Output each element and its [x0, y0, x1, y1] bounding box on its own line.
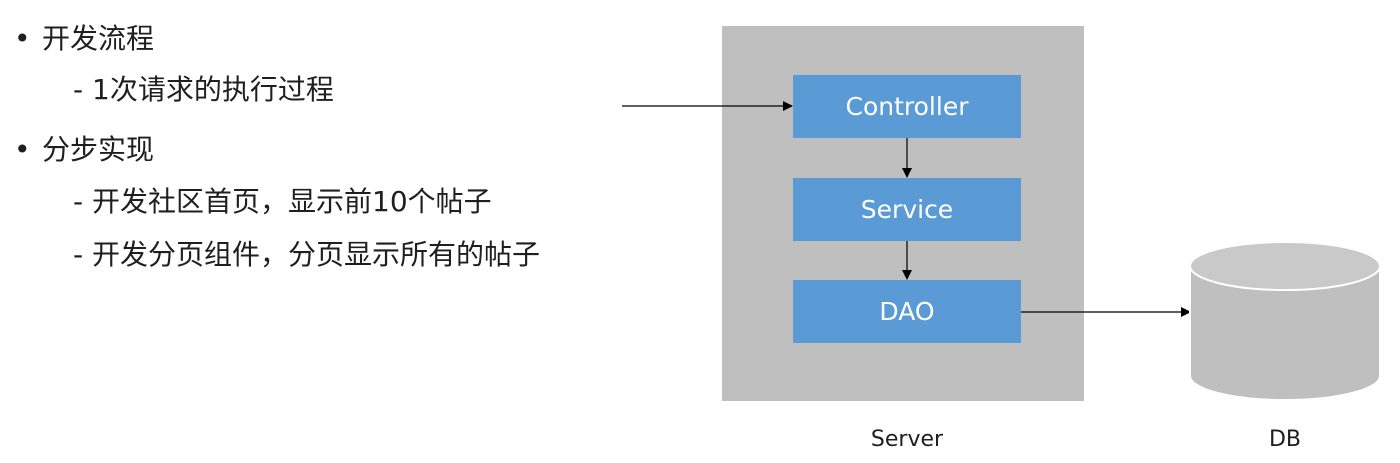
controller-box: Controller — [793, 75, 1021, 138]
bullet-text: 分步实现 — [42, 133, 155, 166]
bullet-dev-flow: • 开发流程 — [14, 22, 154, 56]
bullet-text: 开发流程 — [42, 22, 155, 55]
diagram-connectors — [622, 101, 1381, 401]
sub-item-request-process: - 1次请求的执行过程 — [73, 73, 334, 106]
bullet-dot: • — [14, 133, 31, 166]
service-box: Service — [793, 178, 1021, 241]
db-label: DB — [1268, 427, 1302, 452]
server-label: Server — [870, 427, 944, 452]
dao-box: DAO — [793, 280, 1021, 343]
bullet-step-impl: • 分步实现 — [14, 133, 154, 167]
db-cylinder-icon — [1189, 241, 1381, 401]
sub-item-homepage: - 开发社区首页，显示前10个帖子 — [73, 185, 492, 218]
bullet-dot: • — [14, 22, 31, 55]
sub-item-pagination: - 开发分页组件，分页显示所有的帖子 — [73, 238, 541, 271]
